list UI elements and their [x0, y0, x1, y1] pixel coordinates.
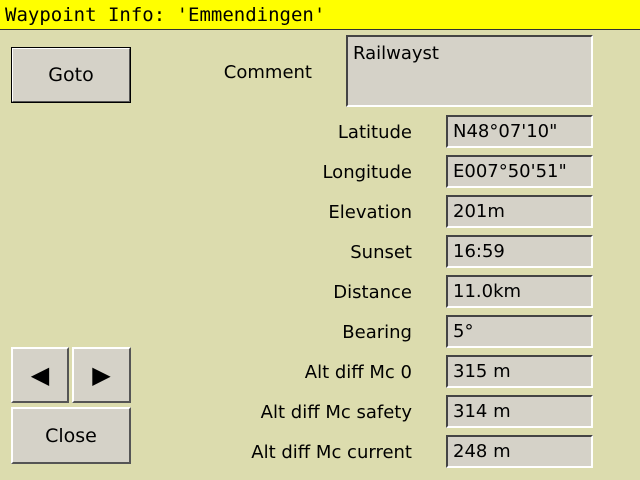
longitude-label: Longitude [322, 162, 412, 183]
alt-diff-mc0-value: 315 m [446, 355, 593, 388]
right-arrow-icon: ▶ [92, 361, 111, 389]
longitude-value: E007°50'51" [446, 155, 593, 188]
alt-diff-mc-current-label: Alt diff Mc current [251, 442, 412, 463]
alt-diff-mc-current-value: 248 m [446, 435, 593, 468]
goto-button[interactable]: Goto [11, 47, 131, 103]
close-button[interactable]: Close [11, 407, 131, 464]
left-arrow-icon: ◀ [30, 361, 50, 389]
alt-diff-mc0-label: Alt diff Mc 0 [304, 362, 412, 383]
bearing-value: 5° [446, 315, 593, 348]
comment-field[interactable]: Railwayst [346, 35, 593, 107]
bearing-label: Bearing [342, 322, 412, 343]
distance-label: Distance [333, 282, 412, 303]
distance-value: 11.0km [446, 275, 593, 308]
sunset-label: Sunset [350, 242, 412, 263]
alt-diff-mc-safety-label: Alt diff Mc safety [260, 402, 412, 423]
window-title: Waypoint Info: 'Emmendingen' [0, 0, 640, 30]
latitude-label: Latitude [337, 122, 412, 143]
elevation-label: Elevation [328, 202, 412, 223]
elevation-value: 201m [446, 195, 593, 228]
comment-label: Comment [223, 62, 312, 83]
previous-waypoint-button[interactable]: ◀ [11, 347, 69, 403]
sunset-value: 16:59 [446, 235, 593, 268]
next-waypoint-button[interactable]: ▶ [72, 347, 131, 403]
alt-diff-mc-safety-value: 314 m [446, 395, 593, 428]
latitude-value: N48°07'10" [446, 115, 593, 148]
